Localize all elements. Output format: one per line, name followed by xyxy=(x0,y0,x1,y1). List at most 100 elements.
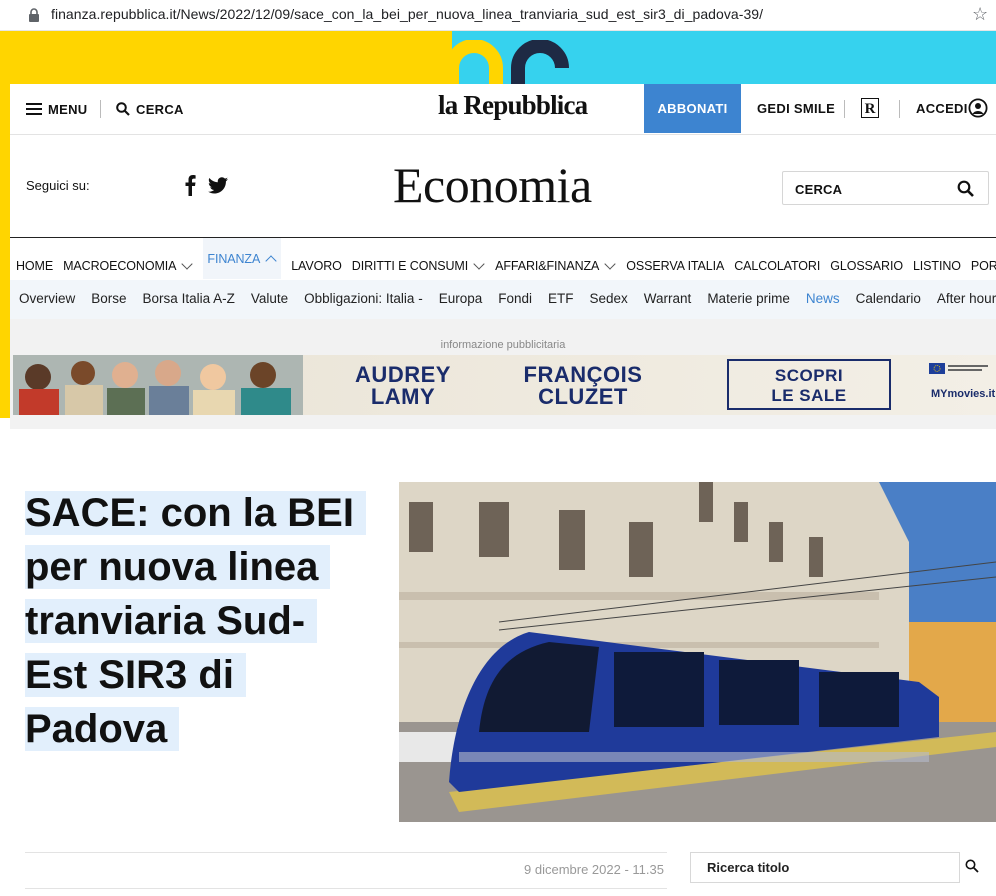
nav-item-label: MACROECONOMIA xyxy=(63,258,177,273)
divider xyxy=(100,100,101,118)
subnav-item-fondi[interactable]: Fondi xyxy=(498,291,532,306)
headline-line: per nuova linea xyxy=(25,545,331,589)
article-date: 9 dicembre 2022 - 11.35 xyxy=(524,862,664,877)
top-navigation-bar: MENU CERCA la Repubblica ABBONATI GEDI S… xyxy=(10,84,996,135)
nav-item-label: LISTINO xyxy=(912,258,961,273)
section-search-placeholder: CERCA xyxy=(795,182,843,197)
subnav-item-overview[interactable]: Overview xyxy=(19,291,75,306)
subscribe-button[interactable]: ABBONATI xyxy=(644,84,741,133)
nav-item-lavoro[interactable]: LAVORO xyxy=(291,252,342,279)
chevron-down-icon[interactable] xyxy=(181,257,194,270)
ad-actor-name-2-line1: FRANÇOIS xyxy=(523,362,643,387)
subnav-item-obbligazioni-italia-[interactable]: Obbligazioni: Italia - xyxy=(304,291,423,306)
nav-item-listino[interactable]: LISTINO xyxy=(913,252,961,279)
sub-nav-list: Overview Borse Borsa Italia A-Z Valute Obbli… xyxy=(19,291,996,306)
login-link[interactable]: ACCEDI xyxy=(916,101,968,116)
advertisement-area: informazione pubblicitaria AUDREY LAMY F… xyxy=(10,319,996,429)
subnav-item-etf[interactable]: ETF xyxy=(548,291,574,306)
site-logo[interactable]: la Repubblica xyxy=(438,90,588,121)
search-button[interactable]: CERCA xyxy=(116,100,184,118)
subnav-item-warrant[interactable]: Warrant xyxy=(644,291,692,306)
headline-line: tranviaria Sud- xyxy=(25,599,318,643)
subnav-item-sedex[interactable]: Sedex xyxy=(590,291,628,306)
finance-sub-navigation: Overview Borse Borsa Italia A-Z Valute Obbli… xyxy=(10,280,996,319)
title-search-input[interactable]: Ricerca titolo xyxy=(690,852,960,883)
nav-item-diritti-e-consumi[interactable]: DIRITTI E CONSUMI xyxy=(352,252,485,279)
section-title[interactable]: Economia xyxy=(393,156,592,214)
subnav-item-materie-prime[interactable]: Materie prime xyxy=(707,291,790,306)
facebook-icon[interactable] xyxy=(184,174,196,196)
user-account-icon[interactable] xyxy=(968,98,988,118)
article-headline: SACE: con la BEI per nuova linea tranvia… xyxy=(25,486,375,756)
ad-sponsor-logo: MYmovies.it xyxy=(931,388,996,400)
menu-label: MENU xyxy=(48,101,88,117)
nav-item-osserva-italia[interactable]: OSSERVA ITALIA xyxy=(626,252,724,279)
ad-actor-name-1-line2: LAMY xyxy=(370,384,436,409)
subnav-item-valute[interactable]: Valute xyxy=(251,291,288,306)
gedi-smile-link[interactable]: GEDI SMILE xyxy=(757,101,835,116)
twitter-icon[interactable] xyxy=(208,177,228,194)
ad-actor-name-2-line2: CLUZET xyxy=(538,384,628,409)
rplus-logo-link[interactable]: R xyxy=(861,98,879,118)
search-icon[interactable] xyxy=(957,180,974,197)
brand-banner-left-strip xyxy=(0,88,10,418)
nav-item-portafoglio[interactable]: PORTAFOGLIO xyxy=(971,252,996,279)
nav-item-label: OSSERVA ITALIA xyxy=(626,258,725,273)
nav-item-label: DIRITTI E CONSUMI xyxy=(351,258,469,273)
nav-item-label: GLOSSARIO xyxy=(830,258,903,273)
title-search-placeholder: Ricerca titolo xyxy=(707,860,790,875)
nav-item-label: CALCOLATORI xyxy=(734,258,821,273)
brand-logo-decoration xyxy=(448,40,569,90)
nav-item-glossario[interactable]: GLOSSARIO xyxy=(830,252,903,279)
search-icon xyxy=(116,102,130,116)
ad-banner[interactable]: AUDREY LAMY FRANÇOIS CLUZET SCOPRI LE SA… xyxy=(13,355,996,415)
ad-actor-name-2: FRANÇOIS CLUZET xyxy=(503,364,663,408)
nav-item-finanza[interactable]: FINANZA xyxy=(203,238,282,279)
chevron-down-icon[interactable] xyxy=(604,257,616,270)
follow-us-label: Seguici su: xyxy=(26,178,90,193)
hamburger-icon xyxy=(26,103,42,115)
headline-line: Padova xyxy=(25,707,180,751)
lock-icon xyxy=(29,8,39,22)
section-nav-list: HOME MACROECONOMIA FINANZA LAVORO DIRITTI E … xyxy=(16,238,996,279)
ad-actor-name-1: AUDREY LAMY xyxy=(338,364,468,408)
subnav-item-borsa-italia-a-z[interactable]: Borsa Italia A-Z xyxy=(143,291,235,306)
subnav-item-borse[interactable]: Borse xyxy=(91,291,126,306)
nav-item-label: HOME xyxy=(16,258,54,273)
nav-item-home[interactable]: HOME xyxy=(16,252,53,279)
brand-banner-yellow xyxy=(0,31,452,88)
subnav-item-news[interactable]: News xyxy=(806,291,840,306)
nav-item-label: FINANZA xyxy=(207,252,261,266)
ad-cta-line2: LE SALE xyxy=(771,386,847,405)
chevron-up-icon[interactable] xyxy=(265,255,277,267)
ad-cta-line1: SCOPRI xyxy=(774,366,844,385)
nav-item-label: AFFARI&FINANZA xyxy=(495,258,600,273)
nav-item-macroeconomia[interactable]: MACROECONOMIA xyxy=(63,252,194,279)
ad-actor-name-1-line1: AUDREY xyxy=(355,362,451,387)
divider xyxy=(25,888,667,889)
bookmark-star-icon[interactable]: ☆ xyxy=(972,4,988,25)
nav-item-label: LAVORO xyxy=(291,258,342,273)
article-photo-tram xyxy=(399,482,996,822)
url-text[interactable]: finanza.repubblica.it/News/2022/12/09/sa… xyxy=(51,6,763,22)
nav-item-label: PORTAFOGLIO xyxy=(970,258,996,273)
section-header: Seguici su: Economia CERCA xyxy=(10,135,996,237)
headline-line: Est SIR3 di xyxy=(25,653,246,697)
chevron-down-icon[interactable] xyxy=(473,257,485,270)
subnav-item-calendario[interactable]: Calendario xyxy=(856,291,921,306)
nav-item-affari-finanza[interactable]: AFFARI&FINANZA xyxy=(495,252,616,279)
ad-cta-button[interactable]: SCOPRI LE SALE xyxy=(727,359,891,410)
search-label: CERCA xyxy=(136,101,184,117)
browser-address-bar[interactable]: finanza.repubblica.it/News/2022/12/09/sa… xyxy=(0,0,996,31)
search-icon[interactable] xyxy=(965,859,979,873)
section-navigation: HOME MACROECONOMIA FINANZA LAVORO DIRITTI E … xyxy=(10,237,996,281)
divider xyxy=(25,852,667,853)
ad-actors-photo xyxy=(13,355,303,415)
subnav-item-europa[interactable]: Europa xyxy=(439,291,483,306)
section-search-input[interactable]: CERCA xyxy=(782,171,989,205)
subnav-item-after-hours[interactable]: After hours xyxy=(937,291,996,306)
menu-button[interactable]: MENU xyxy=(26,100,87,118)
ad-disclosure-label: informazione pubblicitaria xyxy=(440,339,566,351)
nav-item-calcolatori[interactable]: CALCOLATORI xyxy=(734,252,820,279)
divider xyxy=(899,100,900,118)
